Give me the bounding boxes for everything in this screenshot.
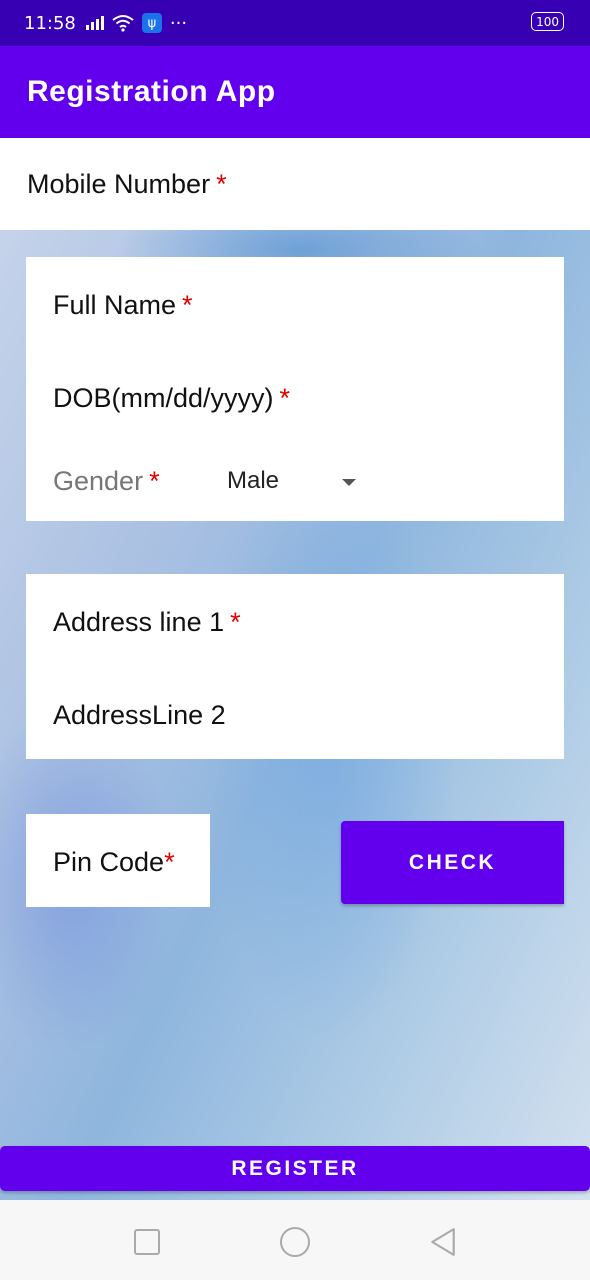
required-mark: * bbox=[182, 290, 193, 320]
square-icon[interactable] bbox=[134, 1229, 160, 1255]
status-left: 11:58 ψ ··· bbox=[24, 13, 187, 34]
status-time: 11:58 bbox=[24, 12, 76, 34]
app-bar: Registration App bbox=[0, 46, 590, 138]
address-line2-label: AddressLine 2 bbox=[53, 700, 226, 730]
required-mark: * bbox=[279, 383, 291, 413]
navigation-bar bbox=[0, 1200, 590, 1280]
circle-icon[interactable] bbox=[280, 1227, 310, 1257]
back-triangle-icon[interactable] bbox=[428, 1227, 458, 1257]
dob-label: DOB(mm/dd/yyyy) bbox=[53, 383, 274, 413]
pincode-field[interactable]: Pin Code* bbox=[26, 814, 210, 907]
usb-icon: ψ bbox=[141, 13, 162, 33]
status-more: ··· bbox=[169, 12, 188, 34]
personal-details-card: Full Name * DOB(mm/dd/yyyy) * Gender * Male bbox=[26, 257, 564, 521]
gender-label: Gender bbox=[53, 466, 144, 496]
required-mark: * bbox=[149, 466, 160, 496]
gender-label-group: Gender * bbox=[53, 466, 160, 497]
address-card: Address line 1 * AddressLine 2 bbox=[26, 574, 564, 759]
battery-indicator: 100 bbox=[531, 12, 564, 31]
required-mark: * bbox=[164, 847, 175, 877]
signal-icon bbox=[85, 16, 104, 30]
app-title: Registration App bbox=[27, 75, 276, 108]
required-mark: * bbox=[230, 607, 241, 637]
register-button[interactable]: REGISTER bbox=[0, 1146, 590, 1191]
required-mark: * bbox=[216, 168, 227, 199]
address-line1-label: Address line 1 bbox=[53, 607, 225, 637]
check-button[interactable]: CHECK bbox=[341, 821, 564, 904]
dob-field[interactable]: DOB(mm/dd/yyyy) * bbox=[53, 383, 290, 414]
address-line2-field[interactable]: AddressLine 2 bbox=[53, 700, 226, 731]
status-bar: 11:58 ψ ··· 100 bbox=[0, 0, 590, 46]
full-name-label: Full Name bbox=[53, 290, 177, 320]
chevron-down-icon[interactable] bbox=[342, 479, 356, 486]
gender-select[interactable]: Male bbox=[227, 467, 279, 495]
pincode-label: Pin Code bbox=[53, 847, 165, 877]
full-name-field[interactable]: Full Name * bbox=[53, 290, 193, 321]
wifi-icon bbox=[112, 15, 134, 32]
mobile-number-label: Mobile Number bbox=[27, 168, 211, 199]
address-line1-field[interactable]: Address line 1 * bbox=[53, 607, 241, 638]
pincode-label-group: Pin Code* bbox=[53, 847, 175, 878]
mobile-number-field[interactable]: Mobile Number * bbox=[0, 138, 590, 230]
